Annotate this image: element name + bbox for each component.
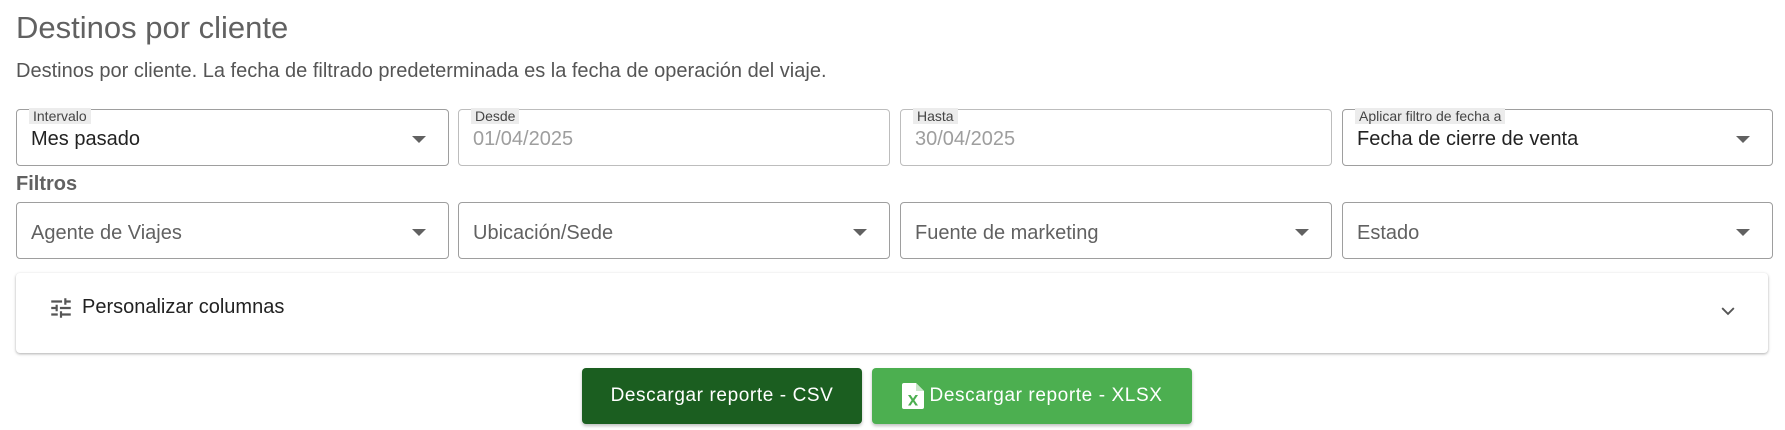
caret-down-icon bbox=[412, 136, 426, 143]
caret-down-icon bbox=[412, 229, 426, 236]
travel-agent-select[interactable]: Agente de Viajes bbox=[16, 202, 449, 259]
from-date-field[interactable]: Desde 01/04/2025 bbox=[458, 108, 890, 166]
from-date-value: 01/04/2025 bbox=[473, 128, 574, 150]
marketing-source-select[interactable]: Fuente de marketing bbox=[900, 202, 1332, 259]
customize-columns-panel[interactable]: Personalizar columnas bbox=[16, 273, 1768, 353]
location-select[interactable]: Ubicación/Sede bbox=[458, 202, 890, 259]
interval-label: Intervalo bbox=[29, 108, 91, 124]
download-xlsx-button[interactable]: Descargar reporte - XLSX bbox=[872, 368, 1192, 424]
to-date-field[interactable]: Hasta 30/04/2025 bbox=[900, 108, 1332, 166]
to-date-label: Hasta bbox=[913, 108, 958, 124]
filters-section-label: Filtros bbox=[16, 173, 78, 195]
download-csv-label: Descargar reporte - CSV bbox=[610, 385, 834, 406]
tune-icon bbox=[51, 298, 71, 318]
excel-file-icon bbox=[901, 383, 924, 409]
marketing-source-placeholder: Fuente de marketing bbox=[915, 222, 1099, 244]
apply-date-filter-label: Aplicar filtro de fecha a bbox=[1355, 108, 1506, 124]
status-placeholder: Estado bbox=[1357, 222, 1420, 244]
download-csv-button[interactable]: Descargar reporte - CSV bbox=[582, 368, 862, 424]
customize-columns-label: Personalizar columnas bbox=[82, 296, 285, 318]
page-description: Destinos por cliente. La fecha de filtra… bbox=[16, 60, 827, 82]
interval-select[interactable]: Intervalo Mes pasado bbox=[16, 108, 449, 166]
apply-date-filter-select[interactable]: Aplicar filtro de fecha a Fecha de cierr… bbox=[1342, 108, 1773, 166]
apply-date-filter-value: Fecha de cierre de venta bbox=[1357, 128, 1579, 150]
status-select[interactable]: Estado bbox=[1342, 202, 1773, 259]
from-date-label: Desde bbox=[471, 108, 520, 124]
location-placeholder: Ubicación/Sede bbox=[473, 222, 614, 244]
caret-down-icon bbox=[1295, 229, 1309, 236]
download-xlsx-label: Descargar reporte - XLSX bbox=[929, 385, 1163, 406]
caret-down-icon bbox=[853, 229, 867, 236]
caret-down-icon bbox=[1736, 229, 1750, 236]
to-date-value: 30/04/2025 bbox=[915, 128, 1016, 150]
chevron-down-icon[interactable] bbox=[1718, 301, 1738, 321]
travel-agent-placeholder: Agente de Viajes bbox=[31, 222, 182, 244]
page-title: Destinos por cliente bbox=[16, 10, 289, 45]
caret-down-icon bbox=[1736, 136, 1750, 143]
interval-value: Mes pasado bbox=[31, 128, 140, 150]
